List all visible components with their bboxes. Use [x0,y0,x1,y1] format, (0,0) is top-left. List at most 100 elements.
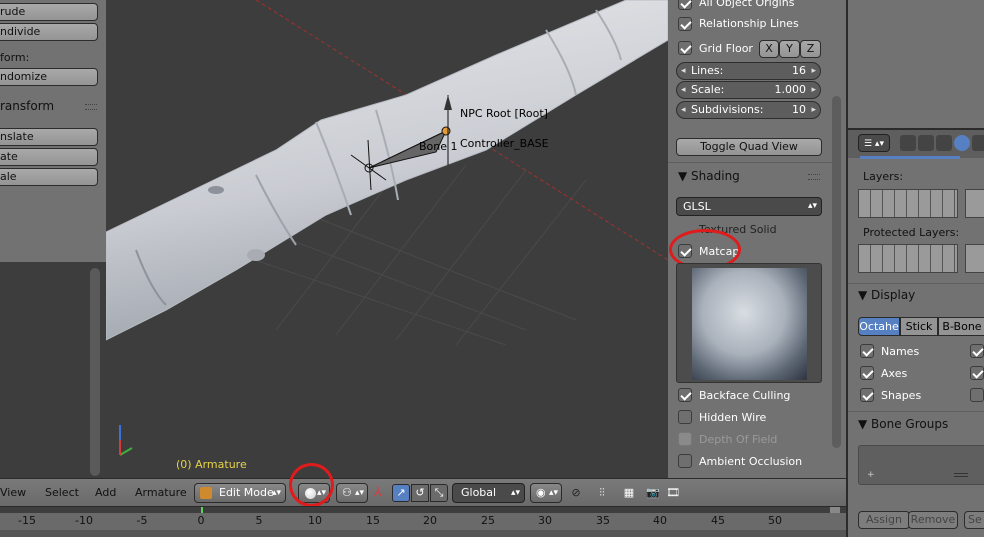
toggle-quad-view-button[interactable]: Toggle Quad View [676,138,822,156]
names-checkbox[interactable] [860,344,874,358]
timeline-tick: 25 [481,514,495,527]
drag-handle-icon[interactable] [808,174,820,180]
axis-x-toggle[interactable]: X [759,40,779,58]
shading-panel-header[interactable]: ▼ Shading [678,169,740,183]
object-status-text: (0) Armature [176,458,247,471]
timeline-tick: 5 [255,514,263,527]
deform-label: form: [0,51,30,64]
menu-add[interactable]: Add [95,486,116,499]
bone-groups-panel-header[interactable]: ▼ Bone Groups [858,417,948,431]
shapes-checkbox[interactable] [860,388,874,402]
transform-orientation-select[interactable]: Global ▴▾ [452,483,525,503]
subdivide-button[interactable]: ndivide [0,23,98,41]
menu-view[interactable]: View [0,486,26,499]
translate-button[interactable]: nslate [0,128,98,146]
render-animation-icon[interactable]: 🎞 [664,484,682,502]
timeline-tick: 0 [197,514,205,527]
matcap-preview[interactable] [676,263,822,383]
display-tab-bbone[interactable]: B-Bone [938,317,984,336]
timeline-tick: 40 [653,514,667,527]
editor-type-select[interactable]: ☰ ▴▾ [858,134,890,152]
n-panel-scrollbar[interactable] [832,96,841,448]
protected-layers-label: Protected Layers: [863,226,960,239]
randomize-button[interactable]: ndomize [0,68,98,86]
bone-label-npc-root: NPC Root [Root] [460,107,548,120]
hidden-wire-label: Hidden Wire [699,411,767,424]
hidden-wire-checkbox[interactable] [678,410,692,424]
names-label: Names [881,345,920,358]
timeline-tick: 30 [538,514,552,527]
list-grip-icon[interactable] [954,473,968,477]
axis-y-toggle[interactable]: Y [779,40,800,58]
snap-element-icon[interactable]: ⫶⫶ [590,484,614,502]
scale-manipulator-icon[interactable]: ⤡ [430,484,448,502]
timeline-tick: 45 [711,514,725,527]
remove-button[interactable]: Remove [908,511,958,529]
bone-label-controller: Controller_BASE [460,137,549,150]
protected-layers-grid-2[interactable] [965,244,984,273]
timeline-ruler[interactable]: -15 -10 -5 0 5 10 15 20 25 30 35 40 45 5… [0,506,846,537]
extrude-button[interactable]: rude [0,3,98,21]
names-right-checkbox[interactable] [970,344,984,358]
protected-layers-grid[interactable] [858,244,958,273]
display-tab-octahedral[interactable]: Octahe [858,317,900,336]
world-tab-icon[interactable] [936,135,952,151]
timeline-tick: -5 [136,514,148,527]
object-tab-icon[interactable] [954,135,970,151]
bone-groups-list[interactable]: + [858,445,984,485]
mode-select[interactable]: Edit Mode ▴▾ [194,483,286,503]
axis-gizmo [119,425,133,456]
ambient-occlusion-checkbox[interactable] [678,454,692,468]
axes-checkbox[interactable] [860,366,874,380]
grid-subdivisions-field[interactable]: ◂ Subdivisions: 10 ▸ [676,101,821,119]
3d-viewport[interactable]: NPC Root [Root] Controller_BASE Bone 1 (… [106,0,668,478]
render-tab-icon[interactable] [900,135,916,151]
pivot-point-select[interactable]: ⚇ ▴▾ [336,483,368,503]
translate-manipulator-icon[interactable]: ↗ [392,484,410,502]
grid-lines-field[interactable]: ◂ Lines: 16 ▸ [676,62,821,80]
axis-z-toggle[interactable]: Z [800,40,821,58]
all-object-origins-checkbox[interactable] [678,0,692,10]
depth-of-field-checkbox[interactable] [678,432,692,446]
current-frame-marker [201,507,203,513]
grid-scale-field[interactable]: ◂ Scale: 1.000 ▸ [676,81,821,99]
shading-mode-select[interactable]: GLSL ▴▾ [676,197,822,216]
layers-grid-2[interactable] [965,189,984,218]
data-tab-icon[interactable] [972,135,984,151]
properties-editor: ☰ ▴▾ Layers: Protected Layers: ▼ Display… [846,0,984,537]
layers-grid[interactable] [858,189,958,218]
relationship-lines-checkbox[interactable] [678,17,692,31]
drag-handle-icon[interactable] [85,104,97,110]
display-tab-stick[interactable]: Stick [900,317,938,336]
axes-label: Axes [881,367,908,380]
backface-culling-checkbox[interactable] [678,388,692,402]
manipulator-toggle-icon[interactable]: ⅄ [374,484,391,502]
list-resize-icon[interactable]: + [867,470,875,480]
rotate-button[interactable]: ate [0,148,98,166]
snap-toggle-icon[interactable]: ⊘ [567,484,585,502]
proportional-editing-select[interactable]: ◉ ▴▾ [530,483,562,503]
menu-select[interactable]: Select [45,486,79,499]
transform-panel-header[interactable]: ransform [0,99,54,113]
rotate-manipulator-icon[interactable]: ↺ [411,484,429,502]
tool-shelf-scrollbar[interactable] [90,268,100,476]
scale-button[interactable]: ale [0,168,98,186]
display-panel-header[interactable]: ▼ Display [858,288,915,302]
timeline-tick: -15 [18,514,36,527]
tube-mesh [106,0,668,341]
shapes-right-checkbox[interactable] [970,388,984,402]
grid-floor-checkbox[interactable] [678,41,692,55]
render-preview-icon[interactable]: 📷 [644,484,662,502]
snap-target-icon[interactable]: ▦ [620,484,638,502]
axes-right-checkbox[interactable] [970,366,984,380]
scene-tab-icon[interactable] [918,135,934,151]
select-button[interactable]: Se [964,511,984,529]
all-object-origins-label: All Object Origins [699,0,795,9]
menu-armature[interactable]: Armature [135,486,187,499]
ambient-occlusion-label: Ambient Occlusion [699,455,803,468]
timeline-tick: -10 [75,514,93,527]
viewport-scene [106,0,668,456]
grid-floor-label: Grid Floor [699,42,753,55]
assign-button[interactable]: Assign [858,511,910,529]
timeline-scrollbar[interactable] [0,530,846,537]
